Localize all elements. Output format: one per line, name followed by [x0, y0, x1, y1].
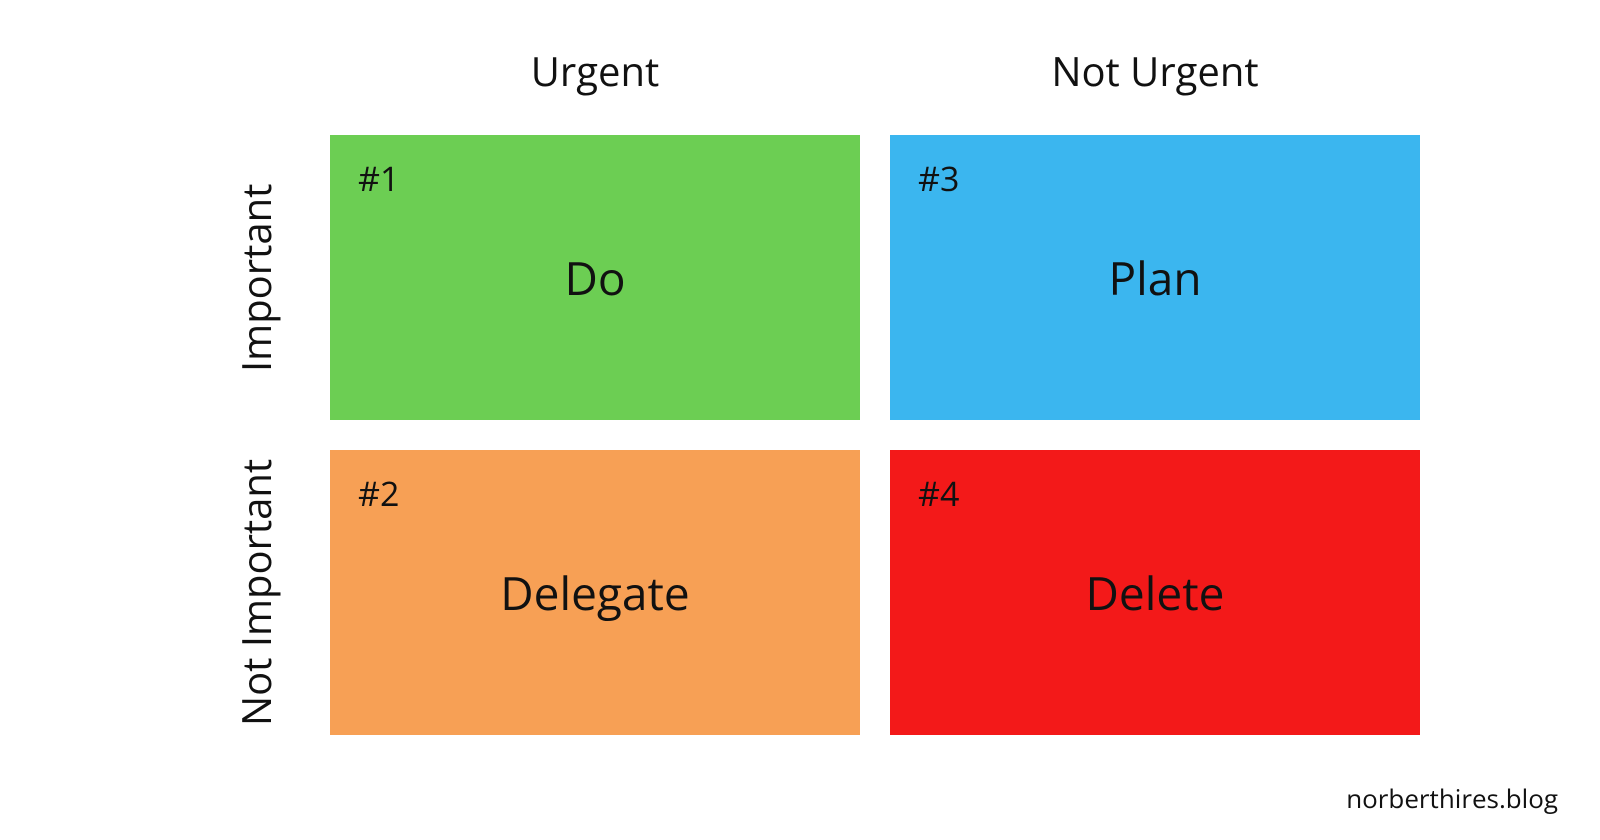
quadrant-delete: #4 Delete [890, 450, 1420, 735]
quadrant-plan-badge: #3 [918, 155, 959, 201]
quadrant-delegate-label: Delegate [500, 562, 689, 624]
row-header-important: Important [228, 135, 283, 420]
quadrant-delegate-badge: #2 [358, 470, 399, 516]
quadrant-plan: #3 Plan [890, 135, 1420, 420]
row-header-not-important: Not Important [228, 450, 283, 735]
eisenhower-matrix: Urgent Not Urgent Important #1 Do #3 Pla… [210, 35, 1420, 735]
quadrant-delegate: #2 Delegate [330, 450, 860, 735]
quadrant-do-badge: #1 [358, 155, 399, 201]
quadrant-do-label: Do [564, 247, 625, 309]
attribution-text: norberthires.blog [1346, 780, 1558, 816]
quadrant-do: #1 Do [330, 135, 860, 420]
column-header-urgent: Urgent [330, 43, 860, 98]
column-header-not-urgent: Not Urgent [890, 43, 1420, 98]
quadrant-delete-badge: #4 [918, 470, 959, 516]
quadrant-plan-label: Plan [1108, 247, 1201, 309]
quadrant-delete-label: Delete [1086, 562, 1225, 624]
